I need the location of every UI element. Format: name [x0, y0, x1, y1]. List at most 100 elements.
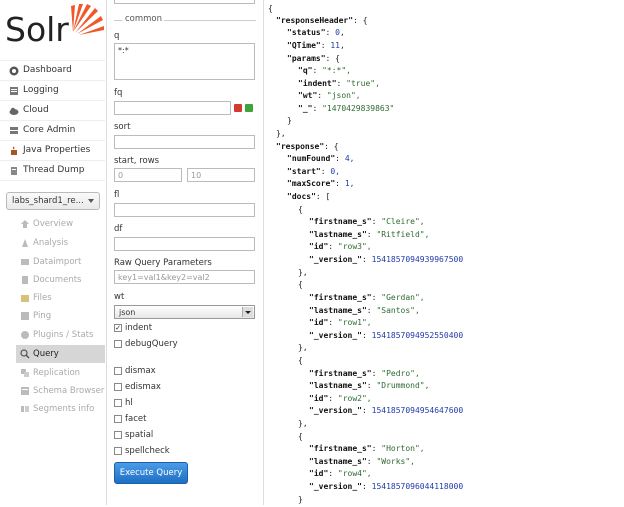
facet-checkbox[interactable]	[114, 415, 122, 423]
core-item-overview[interactable]: Overview	[16, 215, 105, 233]
doc-firstname: "Gerdan",	[381, 293, 425, 302]
nav-item-logging[interactable]: Logging	[0, 80, 105, 100]
json-line: "maxScore": 1,	[287, 179, 355, 188]
dismax-checkbox[interactable]	[114, 367, 122, 375]
param-q-value: "*:*",	[322, 66, 351, 75]
core-item-files[interactable]: Files	[16, 289, 105, 307]
json-line: "id": "row3",	[309, 242, 372, 251]
java-icon	[11, 146, 17, 155]
spatial-checkbox[interactable]	[114, 431, 122, 439]
spellcheck-checkbox[interactable]	[114, 447, 122, 455]
json-line: "lastname_s": "Works",	[309, 457, 415, 466]
remove-fq-icon[interactable]	[234, 104, 242, 112]
replication-icon	[21, 369, 29, 377]
rows-input[interactable]: 10	[187, 168, 255, 182]
nav-item-label: Dashboard	[23, 65, 72, 75]
edismax-checkbox[interactable]	[114, 383, 122, 391]
doc-version: 1541857096044118000	[371, 482, 464, 491]
doc-version: 1541857094939967500	[371, 255, 464, 264]
common-section-label: common	[125, 14, 163, 24]
json-line: "firstname_s": "Gerdan",	[309, 293, 425, 302]
doc-lastname: "Ritfield",	[376, 230, 430, 239]
core-selector-value: labs_shard1_re...	[12, 196, 84, 206]
core-item-query[interactable]: Query	[16, 345, 105, 363]
json-line: "_version_": 1541857096044118000	[309, 482, 464, 491]
core-selector[interactable]: labs_shard1_re...	[6, 192, 100, 210]
nav-item-cloud[interactable]: Cloud	[0, 100, 105, 120]
core-item-analysis[interactable]: Analysis	[16, 234, 105, 252]
fq-input[interactable]	[114, 101, 231, 115]
maxscore-value: 1,	[344, 179, 355, 188]
doc-id: "row2",	[337, 394, 372, 403]
qtime-value: 11	[330, 41, 340, 50]
json-line: "responseHeader": {	[276, 16, 368, 25]
param-underscore-value: "1470429839863"	[322, 104, 395, 113]
chevron-down-icon	[88, 199, 94, 203]
wt-select[interactable]: json	[114, 305, 255, 319]
nav-item-core-admin[interactable]: Core Admin	[0, 120, 105, 140]
hl-checkbox[interactable]	[114, 399, 122, 407]
doc-lastname: "Santos",	[376, 306, 420, 315]
fl-input[interactable]	[114, 203, 255, 217]
json-line: },	[298, 343, 308, 352]
core-item-schema-browser[interactable]: Schema Browser	[16, 382, 105, 400]
start-input[interactable]: 0	[114, 168, 182, 182]
core-item-replication[interactable]: Replication	[16, 364, 105, 382]
json-line: "response": {	[276, 142, 339, 151]
json-line: "indent": "true",	[298, 79, 380, 88]
nav-item-java-properties[interactable]: Java Properties	[0, 140, 105, 160]
indent-checkbox[interactable]: ✓	[114, 324, 122, 332]
doc-firstname: "Cleire",	[381, 217, 425, 226]
query-form: common q *:* fq sort start, rows 0 10 fl…	[106, 0, 264, 505]
fq-label: fq	[114, 88, 123, 98]
doc-id: "row1",	[337, 318, 372, 327]
request-handler-input[interactable]	[114, 0, 255, 4]
json-line: "QTime": 11,	[287, 41, 345, 50]
core-item-label: Documents	[33, 275, 82, 285]
dismax-label: dismax	[125, 366, 156, 376]
dataimport-icon	[21, 259, 29, 265]
common-section-header: common	[114, 14, 256, 24]
debug-query-checkbox[interactable]	[114, 340, 122, 348]
plugins-icon	[21, 331, 29, 339]
numfound-value: 4,	[344, 154, 355, 163]
doc-version: 1541857094954647600	[371, 406, 464, 415]
core-item-label: Plugins / Stats	[33, 330, 94, 340]
add-fq-icon[interactable]	[245, 104, 253, 112]
solr-logo[interactable]: Solr	[5, 2, 105, 50]
wt-select-value: json	[119, 308, 136, 317]
core-item-label: Segments info	[33, 404, 95, 414]
nav-item-thread-dump[interactable]: Thread Dump	[0, 160, 105, 181]
json-line: "status": 0,	[287, 28, 345, 37]
wt-label: wt	[114, 292, 125, 302]
solr-sun-icon	[71, 4, 104, 35]
nav-item-dashboard[interactable]: Dashboard	[0, 60, 105, 80]
segments-icon	[21, 406, 29, 412]
core-item-ping[interactable]: Ping	[16, 307, 105, 325]
json-line: "id": "row2",	[309, 394, 372, 403]
execute-query-button[interactable]: Execute Query	[114, 462, 188, 484]
debug-query-label: debugQuery	[125, 339, 178, 349]
sidebar: Solr Dashboard Logging Cloud Core Admin …	[0, 0, 105, 505]
spatial-label: spatial	[125, 430, 154, 440]
core-item-segments-info[interactable]: Segments info	[16, 400, 105, 418]
indent-label: indent	[125, 323, 153, 333]
core-item-plugins[interactable]: Plugins / Stats	[16, 326, 105, 344]
status-value: 0	[335, 28, 340, 37]
chevron-down-icon	[242, 307, 253, 317]
param-wt-value: "json",	[326, 91, 361, 100]
doc-lastname: "Drummond",	[376, 381, 430, 390]
raw-params-input[interactable]: key1=val1&key2=val2	[114, 270, 255, 284]
facet-label: facet	[125, 414, 147, 424]
core-item-documents[interactable]: Documents	[16, 271, 105, 289]
df-input[interactable]	[114, 237, 255, 251]
core-item-label: Dataimport	[33, 257, 82, 267]
doc-id: "row4",	[337, 469, 372, 478]
json-line: "lastname_s": "Santos",	[309, 306, 420, 315]
json-line: },	[298, 268, 308, 277]
files-icon	[21, 295, 29, 302]
nav-item-label: Java Properties	[23, 145, 91, 155]
q-textarea[interactable]: *:*	[114, 43, 255, 80]
core-item-dataimport[interactable]: Dataimport	[16, 253, 105, 271]
sort-input[interactable]	[114, 135, 255, 149]
